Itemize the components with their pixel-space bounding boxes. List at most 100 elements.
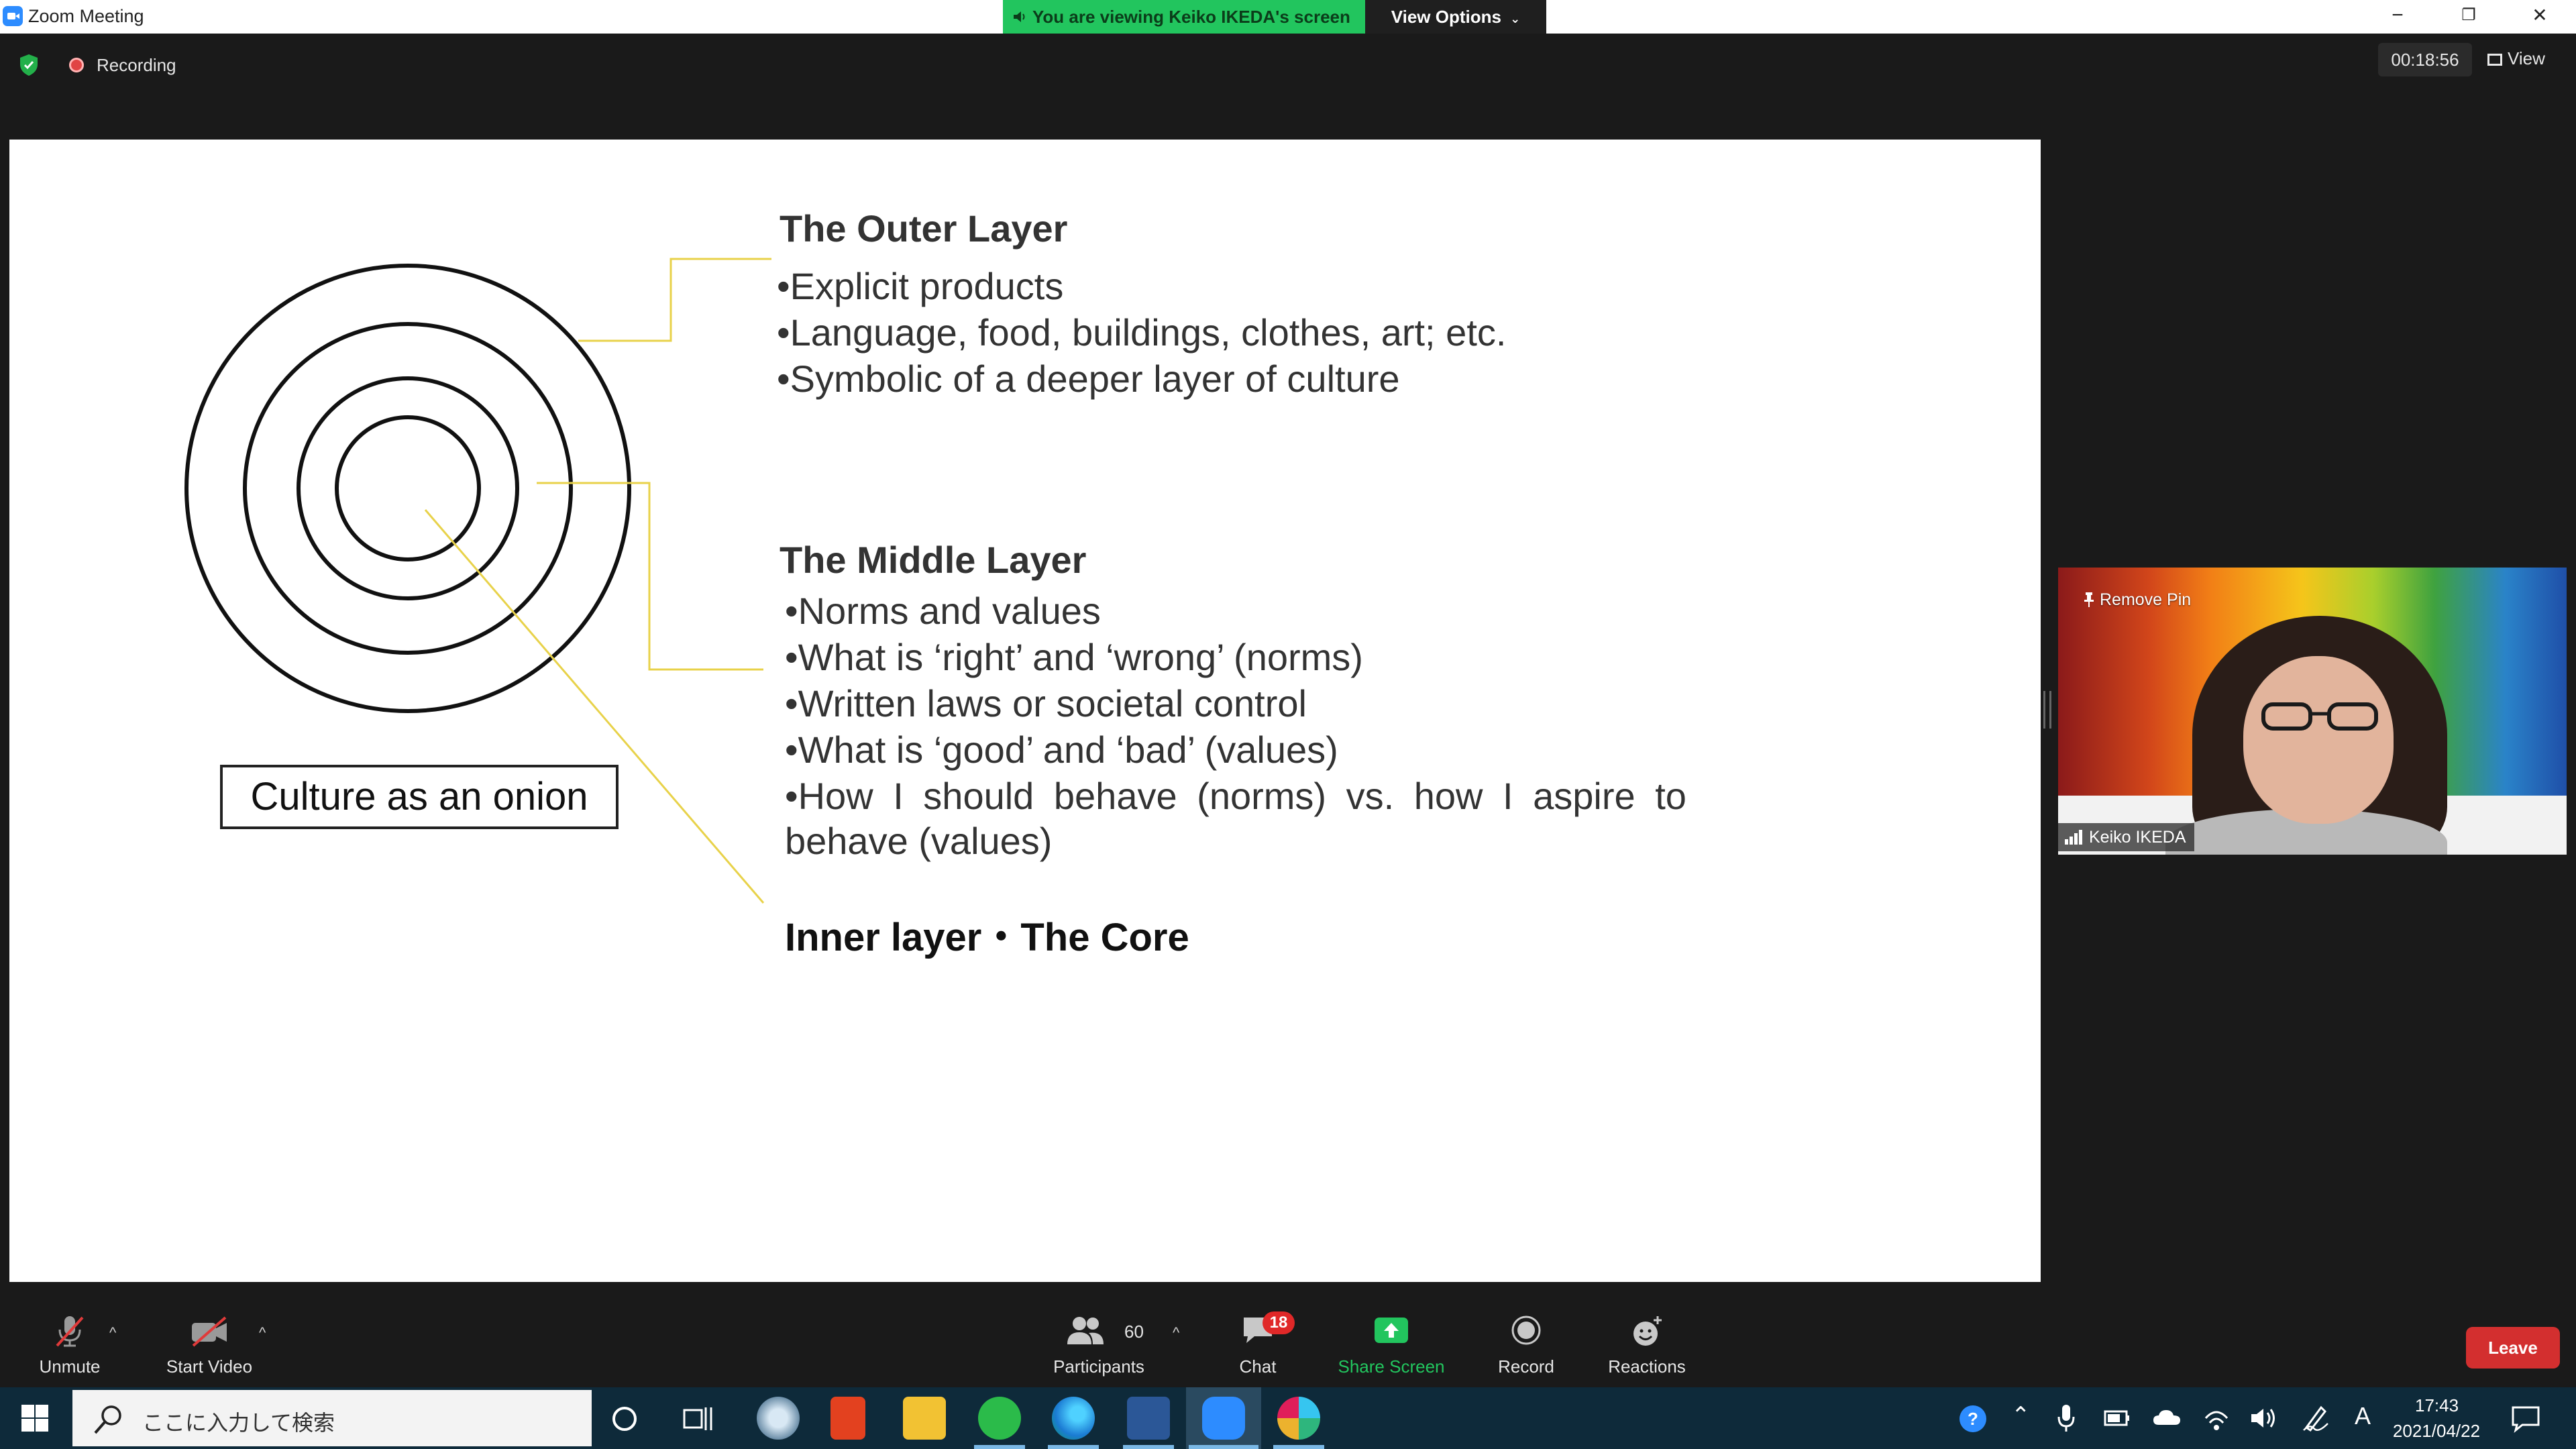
edge-browser-icon[interactable] [1052, 1397, 1095, 1440]
svg-text:?: ? [1968, 1409, 1978, 1429]
help-icon[interactable]: ? [1957, 1403, 1988, 1434]
gallery-view-icon [2487, 54, 2502, 66]
middle-bullet-1: •Norms and values [785, 590, 1101, 632]
view-label: View [2508, 48, 2545, 68]
reactions-smiley-icon [1633, 1316, 1662, 1346]
notifications-icon[interactable] [2510, 1405, 2541, 1433]
onion-ring-second [243, 322, 573, 655]
recording-label: Recording [97, 55, 176, 75]
pin-icon [2084, 592, 2094, 607]
windows-search-box[interactable]: ここに入力して検索 [72, 1390, 592, 1446]
word-active-indicator [1123, 1445, 1174, 1449]
chat-button[interactable]: Chat [1221, 1295, 1295, 1387]
start-video-button[interactable]: Start Video [156, 1295, 263, 1387]
participant-name: Keiko IKEDA [2089, 828, 2186, 847]
title-bar: Zoom Meeting You are viewing Keiko IKEDA… [0, 0, 2576, 34]
onion-ring-core [335, 415, 481, 561]
participants-options-caret[interactable]: ^ [1173, 1324, 1179, 1342]
middle-layer-heading: The Middle Layer [780, 539, 1087, 581]
middle-bullet-2: •What is ‘right’ and ‘wrong’ (norms) [785, 636, 1363, 678]
task-view-icon[interactable] [683, 1405, 714, 1433]
chat-label: Chat [1239, 1356, 1277, 1377]
cortana-icon[interactable] [610, 1405, 639, 1433]
share-screen-label: Share Screen [1338, 1356, 1445, 1377]
video-options-caret[interactable]: ^ [259, 1324, 266, 1342]
leave-meeting-button[interactable]: Leave [2466, 1327, 2560, 1368]
restore-button[interactable]: ❐ [2435, 0, 2502, 34]
middle-bullet-5: •How I should behave (norms) vs. how I a… [785, 775, 1686, 817]
window-title: Zoom Meeting [28, 6, 144, 26]
minimize-button[interactable]: − [2364, 0, 2431, 34]
file-explorer-icon[interactable] [903, 1397, 946, 1440]
search-placeholder: ここに入力して検索 [142, 1410, 335, 1436]
wifi-icon[interactable] [2203, 1403, 2230, 1433]
outer-bullet-1: •Explicit products [777, 265, 1064, 307]
participants-label: Participants [1053, 1356, 1144, 1377]
office-app-icon[interactable] [830, 1397, 865, 1440]
share-screen-button[interactable]: Share Screen [1331, 1295, 1452, 1387]
line-app-active-indicator [974, 1445, 1025, 1449]
video-off-icon [192, 1316, 227, 1347]
volume-icon[interactable] [2249, 1403, 2278, 1433]
outer-layer-heading: The Outer Layer [780, 207, 1068, 250]
zoom-app-icon[interactable] [1202, 1397, 1245, 1440]
windows-start-icon[interactable] [20, 1403, 50, 1433]
view-options-button[interactable]: View Options ⌄ [1365, 0, 1546, 34]
zoom-logo-icon [3, 6, 23, 26]
word-app-icon[interactable] [1127, 1397, 1170, 1440]
record-button[interactable]: Record [1489, 1295, 1563, 1387]
edge-active-indicator [1048, 1445, 1099, 1449]
battery-icon[interactable] [2104, 1409, 2131, 1428]
search-icon [94, 1405, 121, 1434]
windows-taskbar: ここに入力して検索 ? ⌃ A 17:43 2021/04/22 [0, 1387, 2576, 1449]
remove-pin-button[interactable]: Remove Pin [2084, 590, 2191, 610]
audio-options-caret[interactable]: ^ [109, 1324, 116, 1342]
microphone-muted-icon [56, 1316, 84, 1347]
unmute-button[interactable]: Unmute [25, 1295, 114, 1387]
speaker-icon [1014, 11, 1025, 22]
inner-layer-heading: Inner layer・The Core [785, 916, 1189, 959]
middle-bullet-3: •Written laws or societal control [785, 682, 1307, 724]
viewing-banner-text: You are viewing Keiko IKEDA's screen [1032, 7, 1350, 27]
leader-line-outer [578, 258, 771, 342]
culture-caption-box: Culture as an onion [220, 765, 619, 829]
onedrive-cloud-icon[interactable] [2152, 1407, 2182, 1428]
shared-slide: The Outer Layer •Explicit products •Lang… [9, 140, 2041, 1282]
line-app-icon[interactable] [978, 1397, 1021, 1440]
microphone-tray-icon[interactable] [2057, 1403, 2076, 1433]
close-button[interactable]: ✕ [2506, 0, 2573, 34]
start-video-label: Start Video [166, 1356, 253, 1377]
chat-unread-badge: 18 [1263, 1311, 1295, 1334]
chevron-up-icon[interactable]: ⌃ [2011, 1402, 2031, 1429]
reactions-label: Reactions [1608, 1356, 1686, 1377]
panel-resize-handle[interactable] [2043, 691, 2051, 729]
signal-strength-icon [2065, 830, 2082, 845]
record-icon [1511, 1316, 1541, 1345]
outer-bullet-2: •Language, food, buildings, clothes, art… [777, 311, 1507, 354]
participant-face [2243, 656, 2394, 824]
ime-indicator[interactable]: A [2355, 1402, 2371, 1430]
pen-ink-icon[interactable] [2301, 1403, 2330, 1433]
remove-pin-label: Remove Pin [2100, 590, 2192, 609]
recording-indicator-icon [69, 58, 84, 72]
reactions-button[interactable]: Reactions [1599, 1295, 1695, 1387]
meeting-timer: 00:18:56 [2378, 43, 2472, 76]
participant-video-tile[interactable]: Remove Pin Keiko IKEDA [2058, 568, 2567, 855]
clock-time[interactable]: 17:43 [2415, 1395, 2459, 1416]
record-label: Record [1498, 1356, 1554, 1377]
view-options-label: View Options [1391, 7, 1501, 27]
participant-name-tag: Keiko IKEDA [2058, 823, 2194, 851]
viewing-screen-banner: You are viewing Keiko IKEDA's screen [1003, 0, 1365, 34]
middle-bullet-4: •What is ‘good’ and ‘bad’ (values) [785, 729, 1338, 771]
chevron-down-icon: ⌄ [1510, 12, 1521, 25]
weather-app-icon[interactable] [757, 1397, 800, 1440]
slack-active-indicator [1273, 1445, 1324, 1449]
clock-date[interactable]: 2021/04/22 [2388, 1421, 2485, 1442]
leader-line-core [424, 509, 765, 904]
security-shield-icon[interactable] [19, 54, 39, 76]
participant-count: 60 [1124, 1322, 1144, 1342]
middle-bullet-5-cont: behave (values) [785, 820, 1053, 862]
participants-icon [1067, 1317, 1104, 1344]
view-button[interactable]: View [2487, 43, 2561, 76]
slack-app-icon[interactable] [1277, 1397, 1320, 1440]
